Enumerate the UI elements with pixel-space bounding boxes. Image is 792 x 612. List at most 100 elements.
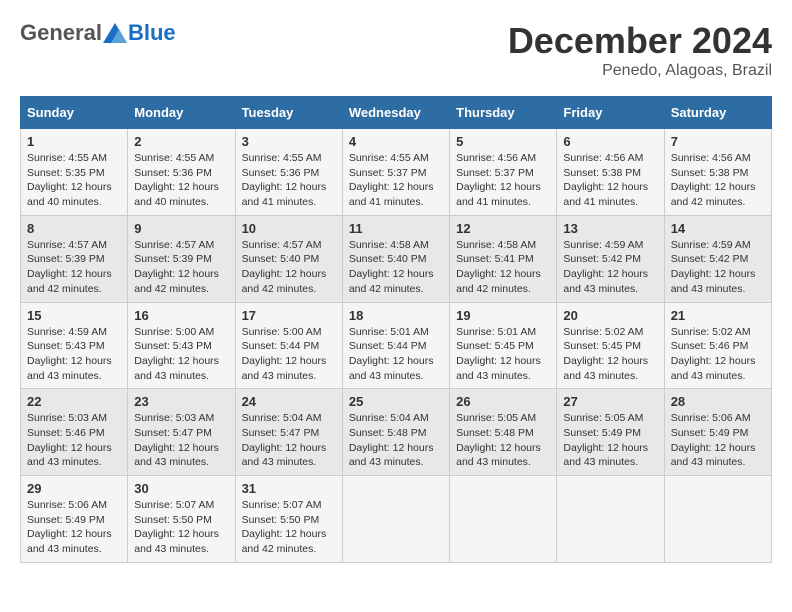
day-cell: 14 Sunrise: 4:59 AMSunset: 5:42 PMDaylig… [664,215,771,302]
day-cell: 15 Sunrise: 4:59 AMSunset: 5:43 PMDaylig… [21,302,128,389]
day-cell: 31 Sunrise: 5:07 AMSunset: 5:50 PMDaylig… [235,476,342,563]
day-info: Sunrise: 5:02 AMSunset: 5:46 PMDaylight:… [671,325,765,384]
day-info: Sunrise: 5:01 AMSunset: 5:45 PMDaylight:… [456,325,550,384]
header-tuesday: Tuesday [235,97,342,129]
day-cell: 3 Sunrise: 4:55 AMSunset: 5:36 PMDayligh… [235,129,342,216]
day-cell: 27 Sunrise: 5:05 AMSunset: 5:49 PMDaylig… [557,389,664,476]
day-cell: 25 Sunrise: 5:04 AMSunset: 5:48 PMDaylig… [342,389,449,476]
day-number: 29 [27,481,121,496]
day-number: 10 [242,221,336,236]
day-number: 15 [27,308,121,323]
empty-cell [557,476,664,563]
day-number: 7 [671,134,765,149]
day-number: 26 [456,394,550,409]
calendar-week-row: 8 Sunrise: 4:57 AMSunset: 5:39 PMDayligh… [21,215,772,302]
day-cell: 19 Sunrise: 5:01 AMSunset: 5:45 PMDaylig… [450,302,557,389]
day-number: 30 [134,481,228,496]
day-cell: 4 Sunrise: 4:55 AMSunset: 5:37 PMDayligh… [342,129,449,216]
day-info: Sunrise: 4:55 AMSunset: 5:35 PMDaylight:… [27,151,121,210]
logo-icon [103,23,127,43]
header-sunday: Sunday [21,97,128,129]
day-cell: 1 Sunrise: 4:55 AMSunset: 5:35 PMDayligh… [21,129,128,216]
day-cell: 11 Sunrise: 4:58 AMSunset: 5:40 PMDaylig… [342,215,449,302]
day-number: 6 [563,134,657,149]
day-cell: 10 Sunrise: 4:57 AMSunset: 5:40 PMDaylig… [235,215,342,302]
day-cell: 29 Sunrise: 5:06 AMSunset: 5:49 PMDaylig… [21,476,128,563]
day-info: Sunrise: 4:57 AMSunset: 5:39 PMDaylight:… [134,238,228,297]
day-number: 14 [671,221,765,236]
day-cell: 22 Sunrise: 5:03 AMSunset: 5:46 PMDaylig… [21,389,128,476]
day-info: Sunrise: 5:04 AMSunset: 5:47 PMDaylight:… [242,411,336,470]
day-number: 4 [349,134,443,149]
day-info: Sunrise: 4:58 AMSunset: 5:41 PMDaylight:… [456,238,550,297]
day-number: 8 [27,221,121,236]
day-cell: 17 Sunrise: 5:00 AMSunset: 5:44 PMDaylig… [235,302,342,389]
day-number: 1 [27,134,121,149]
day-number: 22 [27,394,121,409]
day-number: 23 [134,394,228,409]
calendar-week-row: 29 Sunrise: 5:06 AMSunset: 5:49 PMDaylig… [21,476,772,563]
day-number: 31 [242,481,336,496]
calendar-week-row: 1 Sunrise: 4:55 AMSunset: 5:35 PMDayligh… [21,129,772,216]
day-info: Sunrise: 4:59 AMSunset: 5:42 PMDaylight:… [563,238,657,297]
day-info: Sunrise: 5:04 AMSunset: 5:48 PMDaylight:… [349,411,443,470]
day-info: Sunrise: 5:01 AMSunset: 5:44 PMDaylight:… [349,325,443,384]
day-number: 2 [134,134,228,149]
day-number: 18 [349,308,443,323]
day-info: Sunrise: 4:59 AMSunset: 5:43 PMDaylight:… [27,325,121,384]
day-cell: 26 Sunrise: 5:05 AMSunset: 5:48 PMDaylig… [450,389,557,476]
title-section: December 2024 Penedo, Alagoas, Brazil [508,20,772,80]
empty-cell [342,476,449,563]
day-cell: 6 Sunrise: 4:56 AMSunset: 5:38 PMDayligh… [557,129,664,216]
day-info: Sunrise: 4:56 AMSunset: 5:37 PMDaylight:… [456,151,550,210]
day-info: Sunrise: 4:57 AMSunset: 5:39 PMDaylight:… [27,238,121,297]
day-number: 27 [563,394,657,409]
calendar-table: Sunday Monday Tuesday Wednesday Thursday… [20,96,772,563]
day-info: Sunrise: 4:57 AMSunset: 5:40 PMDaylight:… [242,238,336,297]
day-info: Sunrise: 5:03 AMSunset: 5:46 PMDaylight:… [27,411,121,470]
calendar-week-row: 15 Sunrise: 4:59 AMSunset: 5:43 PMDaylig… [21,302,772,389]
day-number: 25 [349,394,443,409]
day-info: Sunrise: 5:05 AMSunset: 5:49 PMDaylight:… [563,411,657,470]
day-number: 9 [134,221,228,236]
day-info: Sunrise: 5:06 AMSunset: 5:49 PMDaylight:… [671,411,765,470]
day-cell: 24 Sunrise: 5:04 AMSunset: 5:47 PMDaylig… [235,389,342,476]
location-subtitle: Penedo, Alagoas, Brazil [508,62,772,80]
header-friday: Friday [557,97,664,129]
day-info: Sunrise: 4:55 AMSunset: 5:37 PMDaylight:… [349,151,443,210]
day-cell: 13 Sunrise: 4:59 AMSunset: 5:42 PMDaylig… [557,215,664,302]
logo-general-text: General [20,20,102,46]
day-cell: 5 Sunrise: 4:56 AMSunset: 5:37 PMDayligh… [450,129,557,216]
day-info: Sunrise: 5:03 AMSunset: 5:47 PMDaylight:… [134,411,228,470]
day-cell: 2 Sunrise: 4:55 AMSunset: 5:36 PMDayligh… [128,129,235,216]
day-info: Sunrise: 5:07 AMSunset: 5:50 PMDaylight:… [134,498,228,557]
day-info: Sunrise: 4:56 AMSunset: 5:38 PMDaylight:… [671,151,765,210]
day-number: 20 [563,308,657,323]
day-cell: 30 Sunrise: 5:07 AMSunset: 5:50 PMDaylig… [128,476,235,563]
day-info: Sunrise: 5:05 AMSunset: 5:48 PMDaylight:… [456,411,550,470]
day-cell: 23 Sunrise: 5:03 AMSunset: 5:47 PMDaylig… [128,389,235,476]
day-number: 19 [456,308,550,323]
day-cell: 9 Sunrise: 4:57 AMSunset: 5:39 PMDayligh… [128,215,235,302]
header-wednesday: Wednesday [342,97,449,129]
day-number: 17 [242,308,336,323]
calendar-week-row: 22 Sunrise: 5:03 AMSunset: 5:46 PMDaylig… [21,389,772,476]
weekday-header-row: Sunday Monday Tuesday Wednesday Thursday… [21,97,772,129]
day-number: 16 [134,308,228,323]
day-cell: 7 Sunrise: 4:56 AMSunset: 5:38 PMDayligh… [664,129,771,216]
day-cell: 8 Sunrise: 4:57 AMSunset: 5:39 PMDayligh… [21,215,128,302]
day-info: Sunrise: 4:59 AMSunset: 5:42 PMDaylight:… [671,238,765,297]
day-cell: 12 Sunrise: 4:58 AMSunset: 5:41 PMDaylig… [450,215,557,302]
day-cell: 18 Sunrise: 5:01 AMSunset: 5:44 PMDaylig… [342,302,449,389]
day-info: Sunrise: 5:00 AMSunset: 5:44 PMDaylight:… [242,325,336,384]
day-info: Sunrise: 5:02 AMSunset: 5:45 PMDaylight:… [563,325,657,384]
day-info: Sunrise: 5:00 AMSunset: 5:43 PMDaylight:… [134,325,228,384]
header-thursday: Thursday [450,97,557,129]
logo-blue-text: Blue [128,20,176,46]
day-cell: 28 Sunrise: 5:06 AMSunset: 5:49 PMDaylig… [664,389,771,476]
day-number: 3 [242,134,336,149]
day-number: 11 [349,221,443,236]
day-info: Sunrise: 5:07 AMSunset: 5:50 PMDaylight:… [242,498,336,557]
day-cell: 20 Sunrise: 5:02 AMSunset: 5:45 PMDaylig… [557,302,664,389]
day-number: 12 [456,221,550,236]
